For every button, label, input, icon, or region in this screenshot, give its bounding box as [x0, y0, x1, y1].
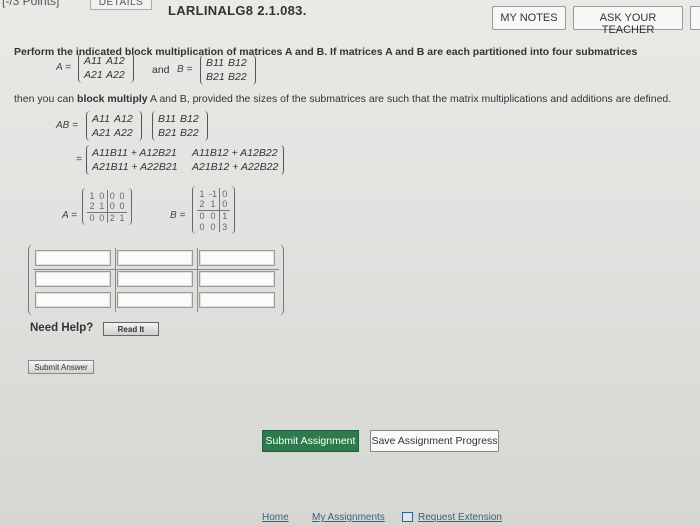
answer-cell-3-2[interactable]: [117, 292, 193, 308]
answer-cell-2-3[interactable]: [199, 271, 275, 287]
partition-line-vertical: [115, 248, 116, 312]
home-link[interactable]: Home: [262, 512, 289, 523]
read-it-button[interactable]: Read It: [103, 322, 159, 336]
points-label: [-/3 Points]: [2, 0, 60, 8]
b12: B12: [228, 57, 247, 69]
submit-assignment-button[interactable]: Submit Assignment: [262, 430, 359, 452]
answer-cell-2-2[interactable]: [117, 271, 193, 287]
b22: B22: [228, 71, 247, 83]
answer-cell-1-2[interactable]: [117, 250, 193, 266]
and-label: and: [152, 64, 170, 76]
need-help-label: Need Help?: [30, 322, 94, 334]
my-assignments-link[interactable]: My Assignments: [312, 512, 385, 523]
answer-cell-3-1[interactable]: [35, 292, 111, 308]
b21: B21: [206, 71, 225, 83]
numeric-b-label: B =: [170, 210, 186, 221]
ask-teacher-button[interactable]: ASK YOUR TEACHER: [573, 6, 683, 36]
numeric-b-matrix: 1 -1 0 210 001 003: [192, 186, 235, 234]
question-id: LARLINALG8 2.1.083.: [168, 3, 307, 18]
ab-b-matrix: B11 B12 B21 B22: [152, 111, 208, 141]
a-label: A =: [56, 62, 71, 73]
answer-cell-3-3[interactable]: [199, 292, 275, 308]
a11: A11: [84, 55, 102, 67]
answer-cell-1-1[interactable]: [35, 250, 111, 266]
save-progress-button[interactable]: Save Assignment Progress: [370, 430, 499, 452]
b-label: B =: [177, 64, 193, 75]
answer-cell-2-1[interactable]: [35, 271, 111, 287]
b-block-matrix: B11 B12 B21 B22: [200, 55, 256, 85]
ab-a-matrix: A11 A12 A21 A22: [86, 111, 142, 141]
b11: B11: [206, 57, 224, 69]
ab-label: AB =: [56, 120, 78, 131]
numeric-a-label: A =: [62, 210, 77, 221]
a-block-matrix: A11 A12 A21 A22: [78, 53, 134, 83]
block-multiply-text: then you can block multiply A and B, pro…: [14, 93, 672, 105]
request-extension-link[interactable]: Request Extension: [418, 512, 502, 523]
equals-label: =: [76, 154, 82, 165]
top-bar: [-/3 Points] DETAILS LARLINALG8 2.1.083.…: [0, 0, 700, 36]
numeric-a-matrix: 1000 2100 0021: [82, 188, 132, 225]
calendar-icon: [402, 512, 413, 522]
a22: A22: [106, 69, 125, 81]
a21: A21: [84, 69, 103, 81]
answer-matrix: [28, 244, 284, 316]
partition-line-horizontal: [33, 269, 279, 270]
details-tab[interactable]: DETAILS: [90, 0, 152, 10]
extra-button-edge[interactable]: [690, 6, 700, 30]
a12: A12: [106, 55, 125, 67]
answer-cell-1-3[interactable]: [199, 250, 275, 266]
partition-line-vertical-2: [197, 248, 198, 312]
my-notes-button[interactable]: MY NOTES: [492, 6, 566, 30]
submit-answer-button[interactable]: Submit Answer: [28, 360, 94, 374]
product-matrix: A11B11 + A12B21 A11B12 + A12B22 A21B11 + …: [86, 145, 285, 175]
